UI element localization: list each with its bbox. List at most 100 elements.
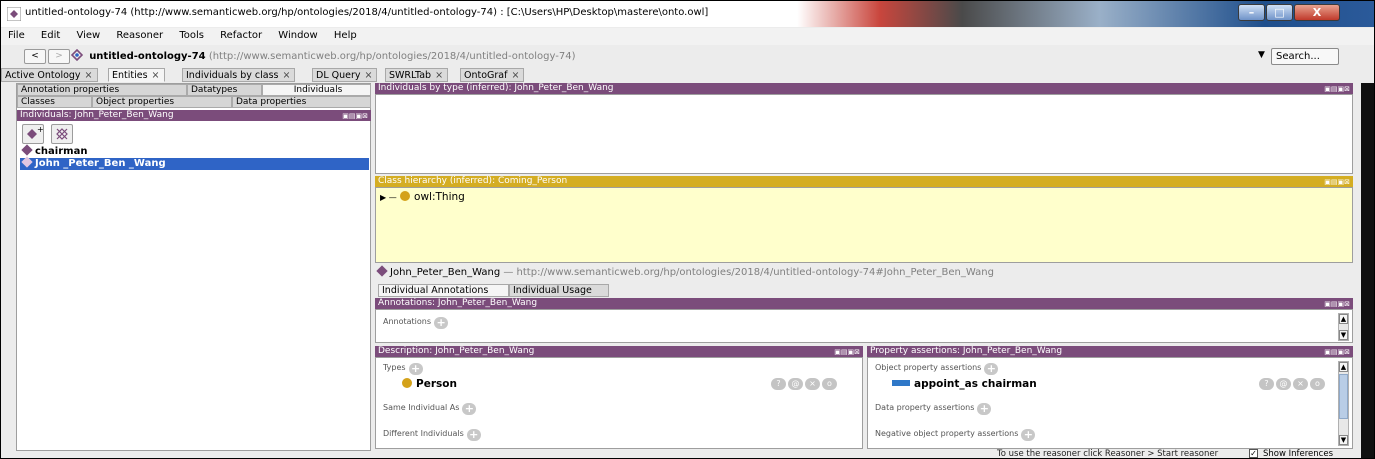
show-inferences-checkbox[interactable]: ✓ <box>1249 449 1258 458</box>
annotations-scrollbar[interactable]: ▲ ▼ <box>1338 313 1349 341</box>
scroll-up-icon[interactable]: ▲ <box>1339 314 1348 324</box>
subtab-annotation-properties[interactable]: Annotation properties <box>17 84 187 96</box>
menu-tools[interactable]: Tools <box>172 28 210 41</box>
show-inferences-label: Show Inferences <box>1263 449 1334 459</box>
window-title: untitled-ontology-74 (http://www.semanti… <box>25 7 709 18</box>
scroll-up-icon[interactable]: ▲ <box>1339 362 1348 372</box>
close-tab-icon[interactable]: × <box>85 70 93 81</box>
svg-text:+: + <box>37 125 43 134</box>
delete-individual-icon <box>56 128 68 140</box>
tree-node-owl-thing[interactable]: ▶ — owl:Thing <box>380 191 465 203</box>
individual-icon <box>21 156 33 168</box>
object-property-assertions-label: Object property assertions + <box>875 363 999 375</box>
property-assertions-title: Property assertions: John_Peter_Ben_Wang <box>870 346 1063 356</box>
individual-item-chairman[interactable]: chairman <box>20 144 369 158</box>
add-individual-button[interactable]: + <box>22 124 44 144</box>
tab-entities[interactable]: Entities × <box>108 68 165 82</box>
individual-label: John _Peter_Ben _Wang <box>35 158 166 169</box>
menu-bar: File Edit View Reasoner Tools Refactor W… <box>1 28 1374 45</box>
property-assertions-scrollbar[interactable]: ▲ ▼ <box>1338 361 1349 446</box>
tab-individual-usage[interactable]: Individual Usage <box>509 284 609 297</box>
expand-arrow-icon[interactable]: ▶ — <box>380 193 397 202</box>
close-tab-icon[interactable]: × <box>435 70 443 81</box>
tab-individual-annotations[interactable]: Individual Annotations <box>378 284 509 297</box>
tab-active-ontology[interactable]: Active Ontology × <box>1 68 98 82</box>
negative-object-property-assertions-label: Negative object property assertions + <box>875 429 1036 441</box>
description-title: Description: John_Peter_Ben_Wang <box>378 346 535 356</box>
delete-icon[interactable]: × <box>1293 378 1308 390</box>
edit-icon[interactable]: o <box>822 378 837 390</box>
tab-swrltab[interactable]: SWRLTab × <box>385 68 449 82</box>
close-tab-icon[interactable]: × <box>152 70 160 81</box>
delete-individual-button[interactable] <box>51 124 73 144</box>
back-button[interactable]: < <box>24 49 46 64</box>
dropdown-arrow-icon[interactable]: ▼ <box>1258 50 1265 60</box>
right-window-edge <box>1361 83 1374 458</box>
search-button[interactable]: Search... <box>1271 48 1339 65</box>
individual-item-john-peter-ben-wang[interactable]: John _Peter_Ben _Wang <box>20 156 369 170</box>
individuals-by-type-header: Individuals by type (inferred): John_Pet… <box>375 83 1353 94</box>
annotations-label: Annotations + <box>383 317 449 329</box>
add-same-individual-icon[interactable]: + <box>462 403 477 415</box>
class-label: owl:Thing <box>414 191 465 203</box>
entity-subtabs-row-1: Annotation properties Datatypes Individu… <box>17 84 371 96</box>
delete-icon[interactable]: × <box>805 378 820 390</box>
scroll-down-icon[interactable]: ▼ <box>1339 330 1348 340</box>
property-assertions-panel: Object property assertions + appoint_as c… <box>867 357 1353 449</box>
tab-dl-query[interactable]: DL Query × <box>312 68 378 82</box>
view-controls-icon[interactable]: ▣▤▣⊠ <box>342 111 368 122</box>
edit-icon[interactable]: o <box>1310 378 1325 390</box>
close-tab-icon[interactable]: × <box>365 70 373 81</box>
menu-refactor[interactable]: Refactor <box>213 28 268 41</box>
individuals-by-type-panel <box>375 94 1353 174</box>
menu-edit[interactable]: Edit <box>34 28 66 41</box>
close-button[interactable]: X <box>1294 4 1340 21</box>
subtab-data-properties[interactable]: Data properties <box>232 96 371 108</box>
menu-reasoner[interactable]: Reasoner <box>109 28 169 41</box>
annotate-icon[interactable]: @ <box>788 378 803 390</box>
different-individuals-label: Different Individuals + <box>383 429 481 441</box>
subtab-individuals[interactable]: Individuals <box>262 84 371 96</box>
explain-icon[interactable]: ? <box>1259 378 1274 390</box>
ontology-iri-field[interactable]: untitled-ontology-74 (http://www.semanti… <box>70 48 1271 64</box>
close-tab-icon[interactable]: × <box>283 70 291 81</box>
ontology-name: untitled-ontology-74 <box>89 51 206 62</box>
minimize-button[interactable]: – <box>1238 4 1265 21</box>
scroll-down-icon[interactable]: ▼ <box>1339 435 1348 445</box>
annotations-panel: Annotations + ▲ ▼ <box>375 309 1353 343</box>
individuals-panel-title: Individuals: John_Peter_Ben_Wang <box>20 110 174 120</box>
add-type-icon[interactable]: + <box>408 363 423 375</box>
maximize-button[interactable]: □ <box>1266 4 1293 21</box>
annotate-icon[interactable]: @ <box>1276 378 1291 390</box>
add-different-individual-icon[interactable]: + <box>466 429 481 441</box>
subtab-object-properties[interactable]: Object properties <box>92 96 232 108</box>
close-tab-icon[interactable]: × <box>511 70 519 81</box>
add-negative-object-property-icon[interactable]: + <box>1021 429 1036 441</box>
menu-window[interactable]: Window <box>271 28 323 41</box>
left-gutter <box>1 83 16 458</box>
description-header: Description: John_Peter_Ben_Wang ▣▤▣⊠ <box>375 346 863 357</box>
menu-help[interactable]: Help <box>327 28 363 41</box>
add-data-property-icon[interactable]: + <box>977 403 992 415</box>
assertion-actions: ? @ × o <box>769 378 837 390</box>
type-assertion[interactable]: Person <box>402 378 457 390</box>
same-individual-label: Same Individual As + <box>383 403 477 415</box>
subtab-classes[interactable]: Classes <box>17 96 92 108</box>
forward-button[interactable]: > <box>48 49 70 64</box>
status-bar: To use the reasoner click Reasoner > Sta… <box>1 449 1374 459</box>
tab-ontograf[interactable]: OntoGraf × <box>460 68 525 82</box>
menu-view[interactable]: View <box>69 28 106 41</box>
annotations-header: Annotations: John_Peter_Ben_Wang ▣▤▣⊠ <box>375 298 1353 309</box>
explain-icon[interactable]: ? <box>771 378 786 390</box>
menu-file[interactable]: File <box>1 28 31 41</box>
protege-app-icon <box>7 7 21 21</box>
add-annotation-icon[interactable]: + <box>434 317 449 329</box>
add-object-property-icon[interactable]: + <box>984 363 999 375</box>
subtab-datatypes[interactable]: Datatypes <box>187 84 262 96</box>
tab-individuals-by-class[interactable]: Individuals by class × <box>182 68 296 82</box>
type-value: Person <box>416 378 457 390</box>
individuals-by-type-title: Individuals by type (inferred): John_Pet… <box>378 83 614 93</box>
scroll-thumb[interactable] <box>1339 374 1348 419</box>
property-assertions-header: Property assertions: John_Peter_Ben_Wang… <box>867 346 1353 357</box>
object-property-assertion[interactable]: appoint_as chairman <box>892 378 1037 390</box>
